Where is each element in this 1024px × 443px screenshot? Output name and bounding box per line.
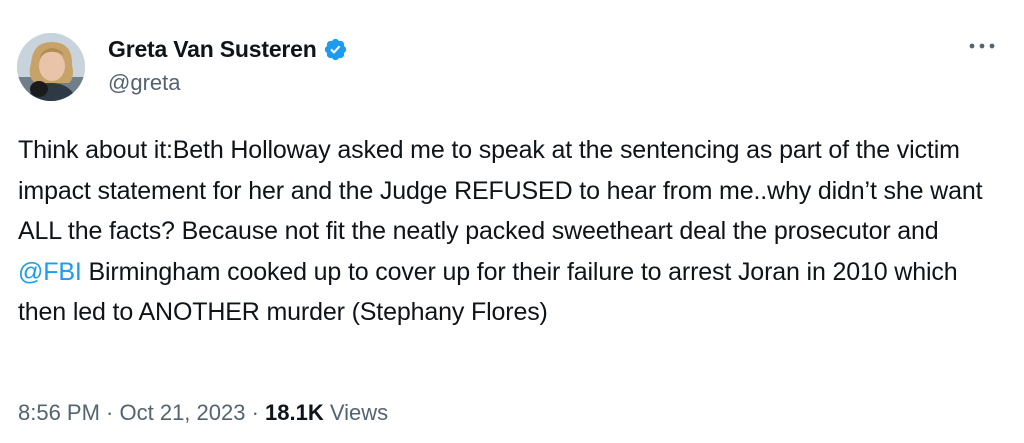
- views-count[interactable]: 18.1K: [265, 400, 324, 425]
- tweet-text-part2: Birmingham cooked up to cover up for the…: [18, 257, 958, 327]
- author-handle[interactable]: @greta: [108, 70, 180, 96]
- views-label: Views: [323, 400, 389, 425]
- tweet-time[interactable]: 8:56 PM: [18, 400, 100, 425]
- more-options-icon[interactable]: [964, 34, 1000, 58]
- author-row: Greta Van Susteren: [108, 36, 348, 63]
- mention-link[interactable]: @FBI: [18, 258, 82, 286]
- tweet-text: Think about it:Beth Holloway asked me to…: [18, 130, 1008, 333]
- author-name[interactable]: Greta Van Susteren: [108, 36, 317, 63]
- tweet-metadata: 8:56 PM · Oct 21, 2023 · 18.1K Views: [18, 400, 388, 426]
- verified-badge-icon[interactable]: [323, 37, 348, 62]
- tweet-date[interactable]: Oct 21, 2023: [120, 400, 246, 425]
- tweet-text-part1: Think about it:Beth Holloway asked me to…: [18, 136, 983, 245]
- avatar[interactable]: [17, 33, 85, 101]
- separator: ·: [245, 400, 266, 425]
- avatar-photo: [17, 33, 85, 101]
- separator: ·: [99, 400, 120, 425]
